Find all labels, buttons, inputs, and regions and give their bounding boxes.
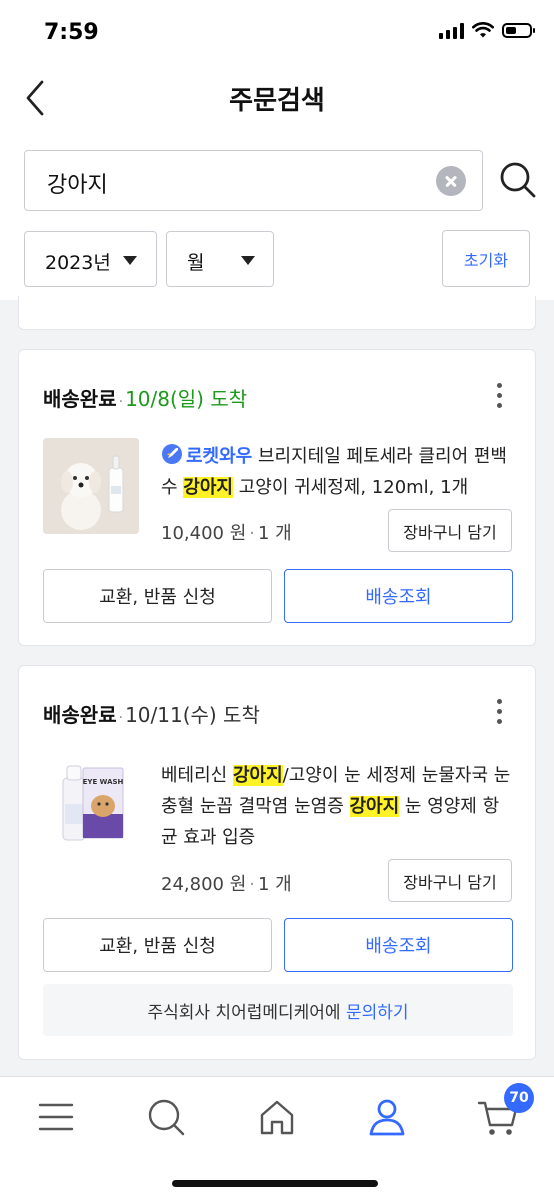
more-options-icon[interactable]: [497, 383, 503, 408]
price: 10,400 원: [161, 523, 247, 544]
rocket-wow-badge: 로켓와우: [186, 446, 253, 467]
inquiry-link[interactable]: 문의하기: [346, 998, 409, 1023]
menu-nav-button[interactable]: [34, 1095, 78, 1139]
price-line: 24,800 원 · 1 개: [161, 874, 292, 895]
month-select-value: 월: [187, 252, 205, 274]
product-name-text: 베테리신: [161, 765, 233, 786]
seller-name: 주식회사 치어럽메디케어에: [147, 1002, 341, 1023]
product-name[interactable]: 로켓와우 브리지테일 페토세라 클리어 편백수 강아지 고양이 귀세정제, 12…: [161, 441, 511, 503]
search-highlight: 강아지: [232, 765, 283, 786]
year-select-value: 2023년: [45, 252, 111, 274]
add-to-cart-button[interactable]: 장바구니 담기: [388, 509, 512, 552]
status-time: 7:59: [44, 20, 99, 45]
page-title: 주문검색: [229, 86, 325, 116]
person-icon: [369, 1099, 405, 1136]
search-highlight: 강아지: [349, 796, 400, 817]
product-image[interactable]: EYE WASH: [43, 756, 139, 852]
product-image[interactable]: [43, 438, 139, 534]
wifi-icon: [472, 22, 494, 38]
signal-icon: [439, 22, 464, 39]
caret-down-icon: [241, 256, 255, 265]
home-indicator: [172, 1180, 378, 1187]
status-icons: [439, 22, 535, 39]
battery-icon: [502, 23, 535, 38]
search-icon: [148, 1099, 185, 1136]
delivery-status: 배송완료: [43, 387, 117, 411]
quantity: 1 개: [258, 874, 292, 895]
search-input[interactable]: 강아지: [24, 150, 483, 211]
home-nav-button[interactable]: [255, 1095, 299, 1139]
search-icon: [500, 162, 536, 198]
cart-count-badge: 70: [504, 1083, 534, 1113]
order-card: 배송완료 · 10/8(일) 도착 로켓와우 브리지테일 페토세라 클리어 편백수 …: [18, 349, 536, 646]
home-icon: [260, 1100, 294, 1135]
product-name-text: 고양이 귀세정제, 120ml, 1개: [232, 477, 469, 498]
my-account-nav-button[interactable]: [365, 1095, 409, 1139]
search-button[interactable]: [498, 160, 538, 200]
eye-wash-product-photo: EYE WASH: [43, 756, 139, 852]
tracking-button[interactable]: 배송조회: [284, 569, 513, 623]
order-status-line: 배송완료 · 10/8(일) 도착: [43, 387, 248, 411]
arrival-date: 10/8(일) 도착: [125, 387, 248, 411]
search-input-value: 강아지: [47, 173, 108, 198]
exchange-return-button[interactable]: 교환, 반품 신청: [43, 569, 272, 623]
year-select[interactable]: 2023년: [24, 231, 157, 287]
clear-search-icon[interactable]: [436, 166, 466, 196]
caret-down-icon: [123, 256, 137, 265]
order-status-line: 배송완료 · 10/11(수) 도착: [43, 703, 260, 727]
order-card-partial: [18, 296, 536, 330]
price-line: 10,400 원 · 1 개: [161, 523, 292, 544]
delivery-status: 배송완료: [43, 703, 117, 727]
month-select[interactable]: 월: [166, 231, 274, 287]
arrival-date: 10/11(수) 도착: [125, 703, 260, 727]
price: 24,800 원: [161, 874, 247, 895]
rocket-icon: [162, 444, 182, 464]
tracking-button[interactable]: 배송조회: [284, 918, 513, 972]
add-to-cart-button[interactable]: 장바구니 담기: [388, 859, 512, 902]
search-highlight: 강아지: [183, 477, 233, 498]
reset-button[interactable]: 초기화: [442, 230, 530, 287]
pack-label: EYE WASH: [83, 778, 124, 786]
dog-product-photo: [43, 438, 139, 534]
more-options-icon[interactable]: [497, 699, 503, 724]
order-card: 배송완료 · 10/11(수) 도착 EYE WASH 베테리신 강아지/고양이 눈…: [18, 665, 536, 1060]
product-name[interactable]: 베테리신 강아지/고양이 눈 세정제 눈물자국 눈충혈 눈꼽 결막염 눈염증 강…: [161, 760, 511, 853]
menu-icon: [38, 1103, 74, 1131]
quantity: 1 개: [258, 523, 292, 544]
exchange-return-button[interactable]: 교환, 반품 신청: [43, 918, 272, 972]
seller-inquiry: 주식회사 치어럽메디케어에 문의하기: [43, 984, 513, 1036]
search-nav-button[interactable]: [144, 1095, 188, 1139]
top-area: 7:59 주문검색 강아지 2023년 월 초기화: [0, 0, 554, 300]
